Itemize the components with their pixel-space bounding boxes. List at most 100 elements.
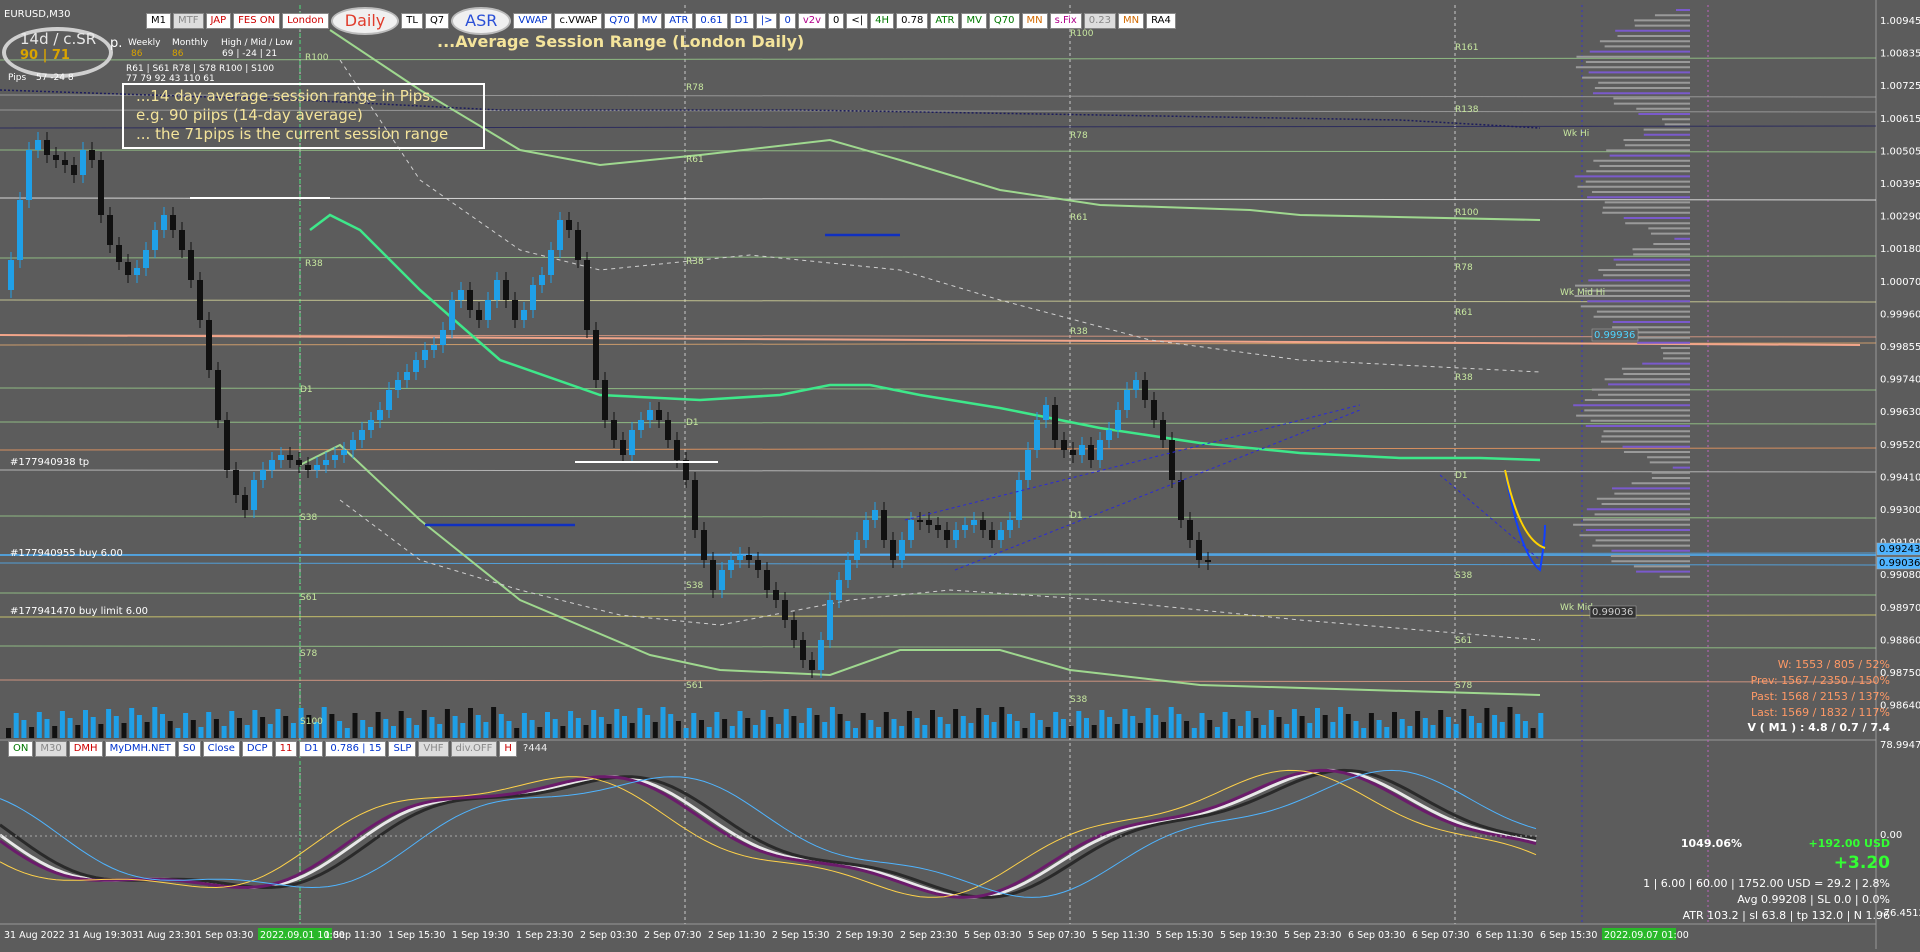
toolbar-asr-button[interactable]: ASR (451, 7, 512, 35)
volume-bar (429, 717, 435, 738)
candle-body (584, 260, 590, 330)
toolbar-ra4-button[interactable]: RA4 (1146, 13, 1176, 29)
volume-bar (1122, 709, 1128, 738)
level-label: R61 (686, 155, 704, 165)
toolbar-mtf-button[interactable]: MTF (173, 13, 204, 29)
indicator-m30-button[interactable]: M30 (35, 741, 67, 757)
toolbar-0-61-button[interactable]: 0.61 (695, 13, 728, 29)
indicator-444-button[interactable]: ?444 (519, 742, 551, 756)
candle-body (53, 155, 59, 160)
indicator-dcp-button[interactable]: DCP (241, 741, 273, 757)
volume-bar (1361, 728, 1367, 738)
indicator-mydmh-net-button[interactable]: MyDMH.NET (104, 741, 176, 757)
indicator-on-button[interactable]: ON (8, 741, 34, 757)
time-axis-label: 6 Sep 11:30 (1476, 930, 1533, 941)
toolbar-q7-button[interactable]: Q7 (424, 13, 450, 29)
toolbar-q70-button[interactable]: Q70 (604, 13, 635, 29)
toolbar-jap-button[interactable]: JAP (205, 13, 232, 29)
toolbar-c-vwap-button[interactable]: c.VWAP (554, 13, 603, 29)
candle-body (494, 280, 500, 300)
order-label-buy-limit[interactable]: #177941470 buy limit 6.00 (10, 606, 148, 617)
volume-bar (1214, 727, 1220, 738)
toolbar-0-button[interactable]: 0 (828, 13, 845, 29)
indicator-close-button[interactable]: Close (202, 741, 240, 757)
volume-bar (1307, 723, 1313, 738)
level-label: D1 (1070, 511, 1083, 521)
candle-body (1088, 445, 1094, 460)
volume-bar (629, 723, 635, 738)
indicator-s0-button[interactable]: S0 (177, 741, 201, 757)
indicator-div-off-button[interactable]: div.OFF (450, 741, 498, 757)
toolbar-daily-button[interactable]: Daily (330, 7, 400, 35)
price-axis-label: 1.00290 (1880, 212, 1920, 223)
candle-body (386, 390, 392, 410)
candle-body (881, 510, 887, 540)
indicator-h-button[interactable]: H (499, 741, 517, 757)
volume-bar (883, 712, 889, 738)
toolbar-london-button[interactable]: London (282, 13, 329, 29)
toolbar-d1-button[interactable]: D1 (729, 13, 754, 29)
volume-bar (36, 712, 42, 738)
asr-title: 14d / c.SR (20, 30, 97, 48)
toolbar-mv-button[interactable]: MV (961, 13, 987, 29)
price-axis-label: 0.99080 (1880, 570, 1920, 581)
candle-body (755, 560, 761, 570)
order-label-buy[interactable]: #177940955 buy 6.00 (10, 548, 123, 559)
time-axis-label: 1 Sep 03:30 (196, 930, 253, 941)
volume-bar (899, 726, 905, 738)
price-axis-label: 1.00505 (1880, 146, 1920, 157)
toolbar-q70-button[interactable]: Q70 (988, 13, 1020, 29)
toolbar-mv-button[interactable]: MV (636, 13, 663, 29)
volume-bar (521, 713, 527, 738)
volume-bar (483, 722, 489, 738)
toolbar--button[interactable]: <| (846, 13, 869, 29)
toolbar-atr-button[interactable]: ATR (664, 13, 694, 29)
account-percent: 1049.06% (1680, 837, 1742, 850)
toolbar-mn-button[interactable]: MN (1118, 13, 1145, 29)
volume-bar (344, 728, 350, 738)
symbol-label: EURUSD,M30 (4, 9, 71, 20)
current-price-tag: 0.99243 (1879, 544, 1920, 555)
candle-body (665, 420, 671, 440)
candle-body (845, 560, 851, 580)
volume-bar (221, 726, 227, 738)
toolbar-v2v-button[interactable]: v2v (797, 13, 827, 29)
indicator-slp-button[interactable]: SLP (388, 741, 417, 757)
toolbar-atr-button[interactable]: ATR (930, 13, 960, 29)
toolbar-fes-on-button[interactable]: FES ON (233, 13, 281, 29)
candle-body (116, 245, 122, 262)
volume-bar (1207, 720, 1213, 738)
candle-body (314, 465, 320, 470)
candle-body (467, 290, 473, 310)
volume-bar (1438, 710, 1444, 738)
level-label: R38 (1070, 327, 1088, 337)
volume-bar (1538, 713, 1544, 738)
level-label: Wk Mid Hi (1560, 288, 1605, 298)
indicator-dmh-button[interactable]: DMH (68, 741, 103, 757)
indicator-11-button[interactable]: 11 (274, 741, 298, 757)
candle-body (413, 360, 419, 372)
mini-pips-row: 57 -24 8 (36, 73, 74, 83)
toolbar-0-23-button[interactable]: 0.23 (1083, 13, 1117, 29)
toolbar-mn-button[interactable]: MN (1021, 13, 1048, 29)
time-axis-label: 31 Aug 23:30 (132, 930, 196, 941)
volume-bar (837, 714, 843, 738)
volume-bar (1053, 712, 1059, 738)
volume-bar (1284, 724, 1290, 738)
toolbar-4h-button[interactable]: 4H (870, 13, 895, 29)
toolbar-vwap-button[interactable]: VWAP (513, 13, 553, 29)
toolbar-0-78-button[interactable]: 0.78 (896, 13, 929, 29)
indicator-0-786-15-button[interactable]: 0.786 | 15 (325, 741, 387, 757)
volume-bar (498, 714, 504, 738)
indicator-vhf-button[interactable]: VHF (418, 741, 449, 757)
toolbar-m1-button[interactable]: M1 (146, 13, 171, 29)
volume-bar (906, 711, 912, 738)
order-label-tp[interactable]: #177940938 tp (10, 457, 89, 468)
toolbar--button[interactable]: |> (755, 13, 778, 29)
indicator-d1-button[interactable]: D1 (299, 741, 324, 757)
toolbar-tl-button[interactable]: TL (401, 13, 423, 29)
toolbar-0-button[interactable]: 0 (779, 13, 796, 29)
volume-bar (1007, 714, 1012, 738)
toolbar-s-fix-button[interactable]: s.Fix (1049, 13, 1082, 29)
volume-bar (691, 713, 697, 738)
